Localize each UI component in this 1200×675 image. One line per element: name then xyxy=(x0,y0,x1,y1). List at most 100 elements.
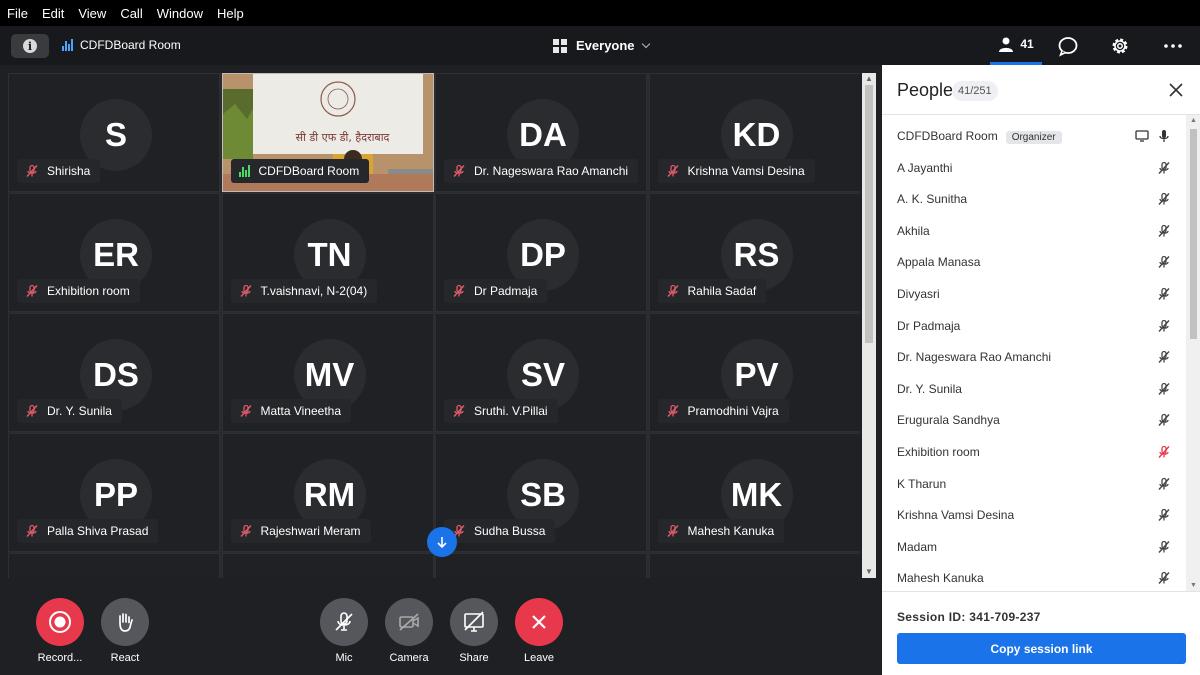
scroll-down-arrow-icon[interactable]: ▼ xyxy=(865,568,873,576)
people-list-item[interactable]: K Tharun xyxy=(882,469,1186,500)
people-list-item[interactable]: Divyasri xyxy=(882,279,1186,310)
participant-tile[interactable]: DP Dr Padmaja xyxy=(435,193,647,312)
participant-tile[interactable]: S Shirisha xyxy=(8,73,220,192)
scroll-up-arrow-icon[interactable]: ▲ xyxy=(1190,117,1197,124)
mic-off-icon xyxy=(666,404,679,417)
menu-view[interactable]: View xyxy=(78,6,106,21)
participant-tile[interactable]: RS Rahila Sadaf xyxy=(648,193,860,312)
person-name: A. K. Sunitha xyxy=(897,192,968,207)
mic-off-icon xyxy=(26,524,38,537)
share-button[interactable]: Share xyxy=(444,598,504,664)
people-list-item[interactable]: Exhibition room xyxy=(882,437,1186,468)
view-selector[interactable]: Everyone xyxy=(553,38,650,53)
people-list-item[interactable]: Dr Padmaja xyxy=(882,311,1186,342)
people-list-item[interactable]: Akhila xyxy=(882,216,1186,247)
share-screen-icon xyxy=(464,611,484,632)
people-list-item[interactable]: Krishna Vamsi Desina xyxy=(882,500,1186,531)
participant-tile[interactable]: MV Matta Vineetha xyxy=(221,313,434,432)
scrollbar-thumb[interactable] xyxy=(865,85,873,343)
scroll-down-button[interactable] xyxy=(427,527,457,557)
copy-session-link-button[interactable]: Copy session link xyxy=(897,633,1186,664)
panel-title: People xyxy=(897,80,954,100)
info-button[interactable]: i xyxy=(11,34,49,58)
participant-tile[interactable]: RM Rajeshwari Meram xyxy=(221,433,434,552)
people-list-item[interactable]: A Jayanthi xyxy=(882,153,1186,184)
menu-window[interactable]: Window xyxy=(157,6,203,21)
gear-icon[interactable] xyxy=(1109,35,1131,57)
chevron-down-icon xyxy=(641,39,650,48)
participant-tile[interactable]: SV Sruthi. V.Pillai xyxy=(435,313,647,432)
people-list-item[interactable]: Dr. Nageswara Rao Amanchi xyxy=(882,342,1186,373)
react-button[interactable]: React xyxy=(95,598,155,664)
participant-tile[interactable] xyxy=(221,553,434,578)
mic-off-icon xyxy=(1158,509,1170,522)
people-button[interactable]: 41 xyxy=(990,26,1042,65)
participant-name: Pramodhini Vajra xyxy=(687,404,779,418)
people-list-item[interactable]: Mahesh Kanuka xyxy=(882,563,1186,591)
people-scrollbar[interactable]: ▲ ▼ xyxy=(1186,115,1200,591)
camera-button[interactable]: Camera xyxy=(379,598,439,664)
people-list-item[interactable]: Appala Manasa xyxy=(882,247,1186,278)
participant-tile[interactable]: DA Dr. Nageswara Rao Amanchi xyxy=(435,73,647,192)
participant-tile[interactable] xyxy=(8,553,220,578)
audio-level-icon xyxy=(62,39,74,51)
people-list-item[interactable]: Dr. Y. Sunila xyxy=(882,374,1186,405)
participant-tile[interactable]: ER Exhibition room xyxy=(8,193,220,312)
person-name: K Tharun xyxy=(897,476,947,491)
participant-name: Matta Vineetha xyxy=(260,404,342,418)
participant-tile[interactable]: TN T.vaishnavi, N-2(04) xyxy=(221,193,434,312)
menu-call[interactable]: Call xyxy=(120,6,142,21)
participant-name-label: Shirisha xyxy=(17,159,101,183)
participant-tile[interactable]: MK Mahesh Kanuka xyxy=(648,433,860,552)
participant-name-label: Dr Padmaja xyxy=(444,279,548,303)
more-options-icon[interactable] xyxy=(1162,35,1184,57)
record-button[interactable]: Record... xyxy=(30,598,90,664)
video-tile-live[interactable]: सी डी एफ डी, हैदराबाद CDFDBoard Room xyxy=(221,73,434,192)
record-icon xyxy=(49,611,71,633)
people-panel: People 41/251 CDFDBoard Room Organizer A J… xyxy=(882,65,1200,675)
mic-off-icon xyxy=(453,284,465,297)
close-icon xyxy=(532,615,546,629)
mic-off-icon xyxy=(335,612,353,631)
scroll-down-arrow-icon[interactable]: ▼ xyxy=(1190,582,1197,589)
participant-tile[interactable]: PV Pramodhini Vajra xyxy=(648,313,860,432)
scroll-up-arrow-icon[interactable]: ▲ xyxy=(865,75,873,83)
menu-file[interactable]: File xyxy=(7,6,28,21)
video-sign-text: सी डी एफ डी, हैदराबाद xyxy=(295,131,390,144)
video-grid: S Shirisha सी डी एफ डी, हैदराबाद CDFDBoard … xyxy=(8,73,860,578)
menu-help[interactable]: Help xyxy=(217,6,244,21)
menu-edit[interactable]: Edit xyxy=(42,6,64,21)
participant-tile[interactable]: PP Palla Shiva Prasad xyxy=(8,433,220,552)
chat-icon[interactable] xyxy=(1057,35,1079,57)
participant-tile[interactable]: SB Sudha Bussa xyxy=(435,433,647,552)
person-name: Dr. Y. Sunila xyxy=(897,381,962,396)
mic-off-icon xyxy=(666,524,679,537)
close-icon[interactable] xyxy=(1168,82,1184,98)
panel-header: People 41/251 xyxy=(882,65,1200,115)
control-label: Leave xyxy=(524,652,554,664)
participant-tile[interactable] xyxy=(648,553,860,578)
organizer-badge: Organizer xyxy=(1005,131,1062,144)
leave-button[interactable]: Leave xyxy=(509,598,569,664)
session-id: Session ID: 341-709-237 xyxy=(897,610,1041,624)
participant-tile[interactable]: DS Dr. Y. Sunila xyxy=(8,313,220,432)
people-list-item[interactable]: Madam xyxy=(882,532,1186,563)
mic-off-icon xyxy=(666,164,679,177)
people-list-item[interactable]: A. K. Sunitha xyxy=(882,184,1186,215)
person-name: Dr Padmaja xyxy=(897,318,961,333)
mic-button[interactable]: Mic xyxy=(314,598,374,664)
scrollbar-thumb[interactable] xyxy=(1190,129,1197,339)
person-name: Akhila xyxy=(897,223,930,238)
participant-tile[interactable] xyxy=(435,553,647,578)
person-name: Appala Manasa xyxy=(897,255,981,270)
participant-name: Shirisha xyxy=(47,164,91,178)
participant-name: CDFDBoard Room xyxy=(258,164,360,178)
mic-off-icon xyxy=(1158,540,1170,553)
participant-name-label: Dr. Nageswara Rao Amanchi xyxy=(444,159,639,183)
participant-tile[interactable]: KD Krishna Vamsi Desina xyxy=(648,73,860,192)
people-list-item[interactable]: CDFDBoard Room Organizer xyxy=(882,121,1186,152)
mic-off-icon xyxy=(239,404,252,417)
people-list-item[interactable]: Erugurala Sandhya xyxy=(882,405,1186,436)
grid-scrollbar[interactable]: ▲ ▼ xyxy=(862,73,876,578)
mic-off-icon xyxy=(1158,351,1170,364)
